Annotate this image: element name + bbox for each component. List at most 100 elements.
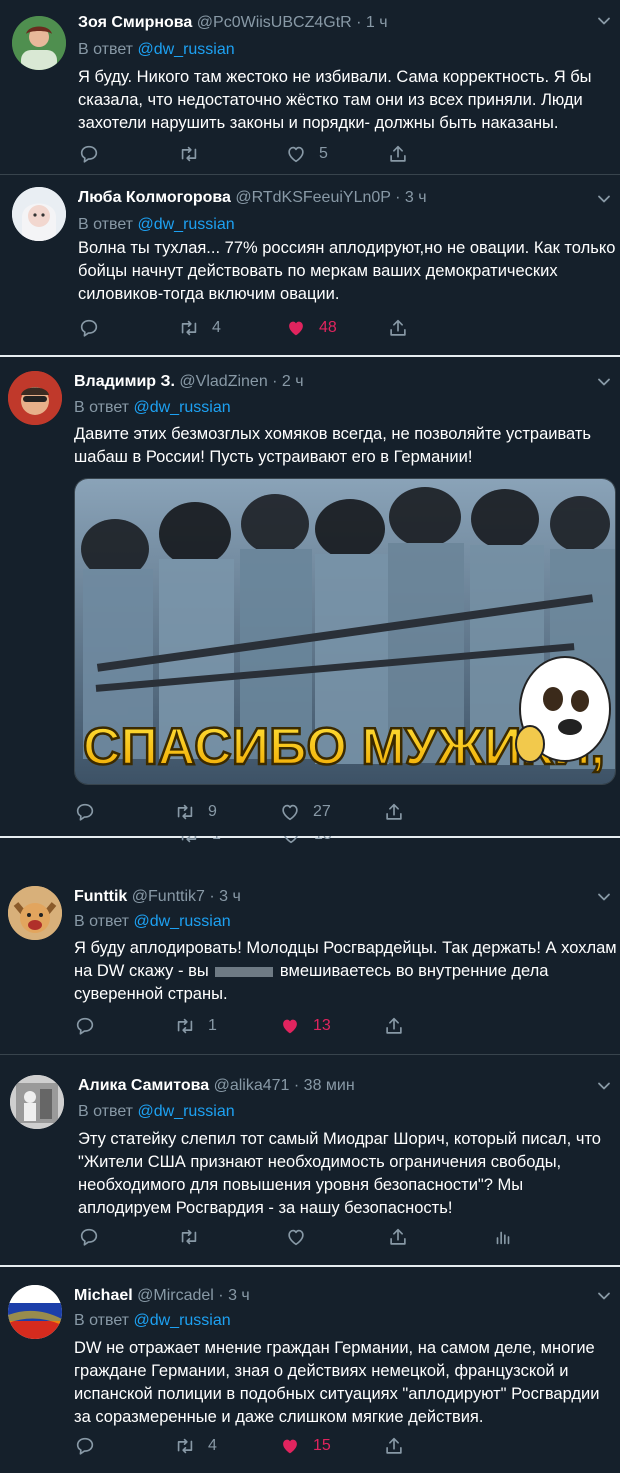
like-icon: [280, 836, 302, 846]
share-icon: [383, 1015, 405, 1037]
retweet-count: 4: [208, 1437, 217, 1454]
like-count: 48: [319, 319, 337, 336]
share-button[interactable]: [383, 1434, 405, 1458]
share-icon: [383, 1435, 405, 1457]
chevron-down-icon[interactable]: [597, 192, 611, 206]
tweet[interactable]: Michael @Mircadel · 3 ч В ответ @dw_russ…: [0, 1267, 620, 1473]
author-handle: @VladZinen · 2 ч: [179, 373, 304, 390]
avatar[interactable]: [12, 187, 66, 241]
author-name[interactable]: Люба Колмогорова: [78, 189, 231, 206]
like-count: 18: [314, 836, 332, 844]
share-icon: [383, 801, 405, 823]
reply-label: В ответ: [74, 913, 130, 930]
like-button[interactable]: 27: [279, 800, 331, 824]
like-count: 27: [313, 803, 331, 820]
reply-button[interactable]: [78, 142, 100, 166]
mention-link[interactable]: @dw_russian: [133, 913, 230, 930]
mention-link[interactable]: @dw_russian: [133, 399, 230, 416]
author-handle: @Mircadel · 3 ч: [137, 1287, 250, 1304]
analytics-button[interactable]: [492, 1225, 514, 1249]
share-button[interactable]: [387, 316, 409, 340]
censored-word: [215, 966, 274, 977]
hidden-action-bar: 1 18: [150, 836, 350, 850]
reply-icon: [78, 143, 100, 165]
author-name[interactable]: Funttik: [74, 888, 127, 905]
mention-link[interactable]: @dw_russian: [137, 1103, 234, 1120]
reply-button[interactable]: [74, 1434, 96, 1458]
retweet-icon: [174, 1015, 196, 1037]
chevron-down-icon[interactable]: [597, 375, 611, 389]
share-button[interactable]: [387, 142, 409, 166]
tweet-text: Я буду аплодировать! Молодцы Росгвардейц…: [74, 937, 620, 1006]
mention-link[interactable]: @dw_russian: [137, 41, 234, 58]
like-icon: [279, 1435, 301, 1457]
like-icon: [285, 1226, 307, 1248]
riot-police-photo: СПАСИБО МУЖИКИ,: [75, 479, 615, 784]
tweet-text: DW не отражает мнение граждан Германии, …: [74, 1339, 600, 1426]
tweet[interactable]: Люба Колмогорова @RTdKSFeeuiYLn0P · 3 ч …: [0, 175, 620, 355]
reply-button[interactable]: [78, 1225, 100, 1249]
like-button[interactable]: 48: [285, 316, 337, 340]
like-count: 15: [313, 1437, 331, 1454]
retweet-button[interactable]: 4: [178, 316, 221, 340]
tweet[interactable]: Зоя Смирнова @Pc0WiisUBCZ4GtR · 1 ч В от…: [0, 0, 620, 174]
share-button[interactable]: [383, 800, 405, 824]
chevron-down-icon[interactable]: [597, 1289, 611, 1303]
like-button[interactable]: 13: [279, 1014, 331, 1038]
chevron-down-icon[interactable]: [597, 890, 611, 904]
reply-icon: [78, 317, 100, 339]
retweet-button[interactable]: [178, 142, 200, 166]
reply-label: В ответ: [74, 1312, 130, 1329]
tweet-image[interactable]: СПАСИБО МУЖИКИ,: [74, 478, 616, 785]
avatar[interactable]: [10, 1075, 64, 1129]
retweet-icon: [174, 801, 196, 823]
author-name[interactable]: Michael: [74, 1287, 133, 1304]
reply-icon: [78, 1226, 100, 1248]
share-icon: [387, 317, 409, 339]
like-icon: [285, 143, 307, 165]
author-handle: @alika471 · 38 мин: [213, 1077, 355, 1094]
author-handle: @RTdKSFeeuiYLn0P · 3 ч: [235, 189, 427, 206]
flag-avatar: [8, 1285, 62, 1339]
retweet-icon: [174, 1435, 196, 1457]
share-button[interactable]: [383, 1014, 405, 1038]
retweet-count: 4: [212, 319, 221, 336]
retweet-icon: [178, 836, 200, 846]
reply-label: В ответ: [78, 1103, 134, 1120]
share-button[interactable]: [387, 1225, 409, 1249]
like-button[interactable]: [285, 1225, 307, 1249]
avatar[interactable]: [12, 16, 66, 70]
tweet[interactable]: Алика Самитова @alika471 · 38 мин В отве…: [0, 1055, 620, 1265]
like-button[interactable]: 15: [279, 1434, 331, 1458]
author-name[interactable]: Владимир З.: [74, 373, 175, 390]
like-icon: [279, 801, 301, 823]
retweet-button[interactable]: [178, 1225, 200, 1249]
author-name[interactable]: Алика Самитова: [78, 1077, 209, 1094]
like-count: 13: [313, 1017, 331, 1034]
avatar[interactable]: [8, 371, 62, 425]
avatar[interactable]: [8, 1285, 62, 1339]
reply-button[interactable]: [78, 316, 100, 340]
reply-icon: [74, 1435, 96, 1457]
retweet-icon: [178, 143, 200, 165]
retweet-button[interactable]: 4: [174, 1434, 217, 1458]
reply-label: В ответ: [78, 216, 134, 233]
chevron-down-icon[interactable]: [597, 14, 611, 28]
tweet[interactable]: Funttik @Funttik7 · 3 ч В ответ @dw_russ…: [0, 868, 620, 1054]
author-name[interactable]: Зоя Смирнова: [78, 14, 192, 31]
avatar[interactable]: [8, 886, 62, 940]
mention-link[interactable]: @dw_russian: [133, 1312, 230, 1329]
retweet-button[interactable]: 1: [174, 1014, 217, 1038]
chevron-down-icon[interactable]: [597, 1079, 611, 1093]
reply-icon: [74, 1015, 96, 1037]
retweet-button[interactable]: 9: [174, 800, 217, 824]
author-handle: @Pc0WiisUBCZ4GtR · 1 ч: [196, 14, 388, 31]
reply-button[interactable]: [74, 1014, 96, 1038]
like-button[interactable]: 5: [285, 142, 328, 166]
reply-button[interactable]: [74, 800, 96, 824]
mention-link[interactable]: @dw_russian: [137, 216, 234, 233]
reply-icon: [74, 801, 96, 823]
retweet-icon: [178, 1226, 200, 1248]
tweet-text: Волна ты тухлая... 77% россиян аплодирую…: [78, 239, 616, 303]
reply-label: В ответ: [78, 41, 134, 58]
